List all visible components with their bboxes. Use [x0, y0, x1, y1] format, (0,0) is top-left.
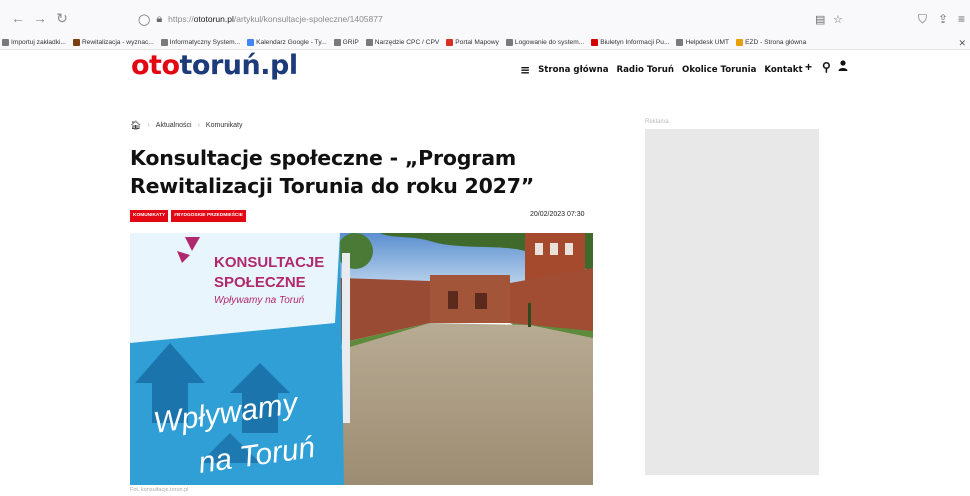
article-photo: KONSULTACJE SPOŁECZNE Wpływamy na Toruń … [130, 233, 593, 485]
bookmark-item[interactable]: Portal Mapowy [446, 39, 499, 46]
nav-item-surroundings[interactable]: Okolice Torunia [682, 65, 756, 75]
bookmark-label: Helpdesk UMT [685, 39, 730, 46]
bookmark-item[interactable]: EZD - Strona główna [736, 39, 806, 46]
breadcrumb-news[interactable]: Aktualności [156, 122, 192, 129]
bookmark-label: EZD - Strona główna [745, 39, 807, 46]
bookmark-favicon-icon [2, 39, 9, 46]
shield-icon[interactable]: ◯ [138, 13, 150, 26]
url-path: /artykul/konsultacje-spoleczne/1405877 [233, 14, 383, 24]
article-title: Konsultacje społeczne - „Program Rewital… [130, 146, 535, 198]
bookmark-item[interactable]: Logowanie do system... [505, 39, 585, 46]
banner-subtitle: Wpływamy na Toruń [214, 295, 305, 306]
bookmark-favicon-icon [736, 39, 744, 46]
banner-title-line1: KONSULTACJE [214, 254, 324, 271]
forward-arrow-icon[interactable]: → [32, 10, 48, 26]
article-tags: KOMUNIKATY #BYDGOSKIE PRZEDMIEŚCIE [130, 210, 249, 222]
browser-toolbar: ← → ↻ ◯ 🔒︎ https://ototorun.pl/artykul/k… [0, 0, 970, 36]
banner-title-line2: SPOŁECZNE [214, 274, 306, 291]
logo-part-torun: toruń.pl [179, 50, 299, 81]
bookmark-item[interactable]: Informatyczny System... [160, 39, 241, 46]
bookmark-label: Importuj zakładki... [11, 39, 66, 46]
share-icon[interactable]: ⇪ [938, 12, 948, 26]
bookmark-favicon-icon [676, 39, 684, 46]
lock-icon[interactable]: 🔒︎ [156, 13, 162, 26]
url-prefix: https:// [168, 14, 194, 24]
bookmark-label: Logowanie do system... [514, 39, 585, 46]
reader-view-icon[interactable]: ▤ [815, 13, 825, 26]
tag-komunikaty[interactable]: KOMUNIKATY [130, 210, 169, 222]
nav-item-radio[interactable]: Radio Toruń [617, 65, 675, 75]
main-navigation: ≡ Strona główna Radio Toruń Okolice Toru… [520, 63, 811, 77]
breadcrumb-announcements[interactable]: Komunikaty [206, 122, 243, 129]
bookmark-item[interactable]: Rewitalizacja - wyznac... [72, 39, 154, 46]
ad-placeholder[interactable] [645, 129, 819, 475]
photo-caption: Fot. konsultacje.torun.pl [130, 487, 189, 493]
menu-icon[interactable]: ≡ [958, 12, 965, 26]
bookmark-item[interactable]: Narzędzie CPC / CPV [365, 39, 440, 46]
user-icon[interactable] [838, 60, 848, 74]
back-arrow-icon[interactable]: ← [10, 10, 26, 26]
bookmark-item[interactable]: Kalendarz Google - Ty... [247, 39, 327, 46]
bookmark-favicon-icon [247, 39, 255, 46]
nav-item-home[interactable]: Strona główna [538, 65, 608, 75]
photo-illustration: KONSULTACJE SPOŁECZNE Wpływamy na Toruń … [130, 233, 593, 485]
home-icon[interactable]: 🏠︎ [130, 120, 141, 131]
bookmark-item[interactable]: Biuletyn Informacji Pu... [591, 39, 669, 46]
address-bar[interactable]: ◯ 🔒︎ https://ototorun.pl/artykul/konsult… [138, 8, 850, 30]
reload-icon[interactable]: ↻ [54, 10, 70, 26]
bookmark-label: Rewitalizacja - wyznac... [81, 39, 154, 46]
logo-part-oto: oto [131, 50, 180, 81]
bookmark-label: Narzędzie CPC / CPV [374, 39, 440, 46]
pocket-icon[interactable]: ⛉ [918, 12, 927, 27]
bookmark-item[interactable]: Importuj zakładki... [2, 39, 66, 46]
close-icon[interactable]: ✕ [958, 38, 966, 49]
bookmark-item[interactable]: GRIP [333, 39, 359, 46]
site-logo[interactable]: ototoruń.pl [131, 50, 298, 82]
bookmark-favicon-icon [333, 39, 341, 46]
bookmark-label: GRIP [342, 39, 359, 46]
bookmark-favicon-icon [72, 39, 80, 46]
nav-item-contact[interactable]: Kontakt [764, 65, 802, 75]
bookmark-favicon-icon [446, 39, 454, 46]
bookmark-favicon-icon [591, 39, 599, 46]
tag-bydgoskie-przedmiescie[interactable]: #BYDGOSKIE PRZEDMIEŚCIE [171, 210, 246, 222]
bookmark-label: Kalendarz Google - Ty... [256, 39, 327, 46]
bookmark-star-icon[interactable]: ☆ [833, 13, 843, 26]
search-icon[interactable]: ⚲ [822, 60, 831, 74]
article-date: 20/02/2023 07:30 [530, 211, 585, 218]
bookmark-favicon-icon [365, 39, 373, 46]
bookmark-favicon-icon [505, 39, 513, 46]
bookmark-item[interactable]: Helpdesk UMT [676, 39, 729, 46]
bookmarks-bar: Importuj zakładki... Rewitalizacja - wyzn… [0, 36, 970, 50]
hamburger-menu-icon[interactable]: ≡ [520, 63, 530, 77]
bookmark-favicon-icon [160, 39, 168, 46]
plus-icon[interactable]: + [805, 60, 812, 74]
url-host: ototorun.pl [193, 14, 234, 24]
bookmark-label: Portal Mapowy [455, 39, 499, 46]
bookmark-label: Biuletyn Informacji Pu... [600, 39, 670, 46]
ad-label: Reklama [645, 119, 669, 125]
bookmark-label: Informatyczny System... [169, 39, 241, 46]
breadcrumb: 🏠︎ › Aktualności › Komunikaty [130, 120, 243, 131]
